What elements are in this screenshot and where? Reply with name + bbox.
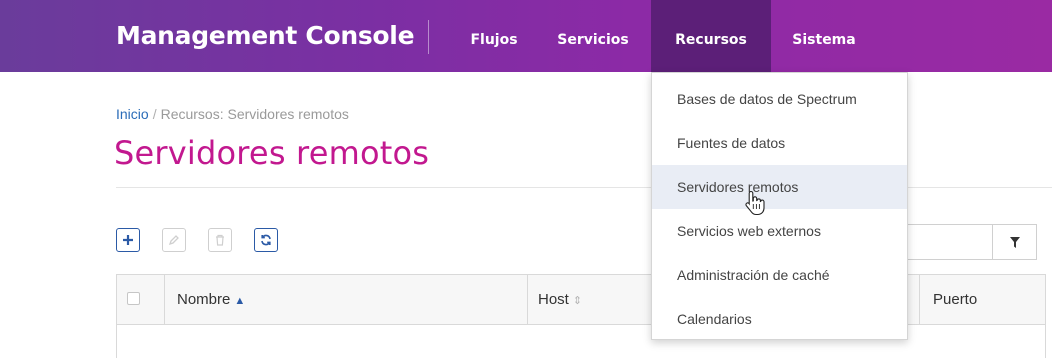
menu-item-spectrum-databases[interactable]: Bases de datos de Spectrum	[652, 77, 907, 121]
column-header-host[interactable]: Host ⇕	[538, 275, 582, 325]
column-header-nombre[interactable]: Nombre ▲	[177, 275, 245, 325]
breadcrumb-home-link[interactable]: Inicio	[116, 106, 149, 122]
page-title: Servidores remotos	[114, 134, 430, 172]
column-label-puerto: Puerto	[933, 291, 978, 308]
column-divider	[164, 275, 165, 325]
pencil-icon	[168, 235, 179, 246]
title-divider	[116, 187, 1052, 188]
app-title[interactable]: Management Console	[116, 0, 415, 72]
menu-item-cache-management[interactable]: Administración de caché	[652, 253, 907, 297]
hand-pointer-icon	[745, 190, 765, 216]
menu-item-external-web-services[interactable]: Servicios web externos	[652, 209, 907, 253]
column-header-puerto[interactable]: Puerto	[933, 275, 977, 325]
menu-item-data-sources[interactable]: Fuentes de datos	[652, 121, 907, 165]
edit-button[interactable]	[162, 228, 186, 252]
select-all-checkbox[interactable]	[127, 292, 140, 305]
trash-icon	[216, 234, 224, 246]
column-divider	[527, 275, 528, 325]
refresh-button[interactable]	[254, 228, 278, 252]
breadcrumb: Inicio / Recursos: Servidores remotos	[116, 106, 349, 122]
breadcrumb-current: Recursos: Servidores remotos	[160, 106, 349, 122]
nav-item-sistema[interactable]: Sistema	[786, 0, 862, 72]
filter-icon	[1009, 236, 1020, 248]
column-label-nombre: Nombre	[177, 291, 231, 308]
refresh-icon	[261, 234, 271, 246]
nav-item-flujos[interactable]: Flujos	[457, 0, 531, 72]
plus-icon	[123, 235, 133, 245]
nav-item-servicios[interactable]: Servicios	[546, 0, 640, 72]
breadcrumb-separator: /	[152, 106, 157, 122]
sort-both-icon: ⇕	[572, 295, 583, 307]
nav-divider	[428, 20, 429, 54]
delete-button[interactable]	[208, 228, 232, 252]
sort-ascending-icon: ▲	[234, 295, 246, 307]
add-button[interactable]	[116, 228, 140, 252]
menu-item-calendars[interactable]: Calendarios	[652, 297, 907, 341]
filter-button[interactable]	[992, 224, 1037, 260]
column-label-host: Host	[538, 291, 569, 308]
menu-item-remote-servers[interactable]: Servidores remotos	[652, 165, 907, 209]
recursos-dropdown-menu: Bases de datos de Spectrum Fuentes de da…	[651, 72, 908, 340]
column-divider	[919, 275, 920, 325]
top-navbar: Management Console Flujos Servicios Recu…	[0, 0, 1052, 72]
nav-item-recursos[interactable]: Recursos	[651, 0, 771, 72]
